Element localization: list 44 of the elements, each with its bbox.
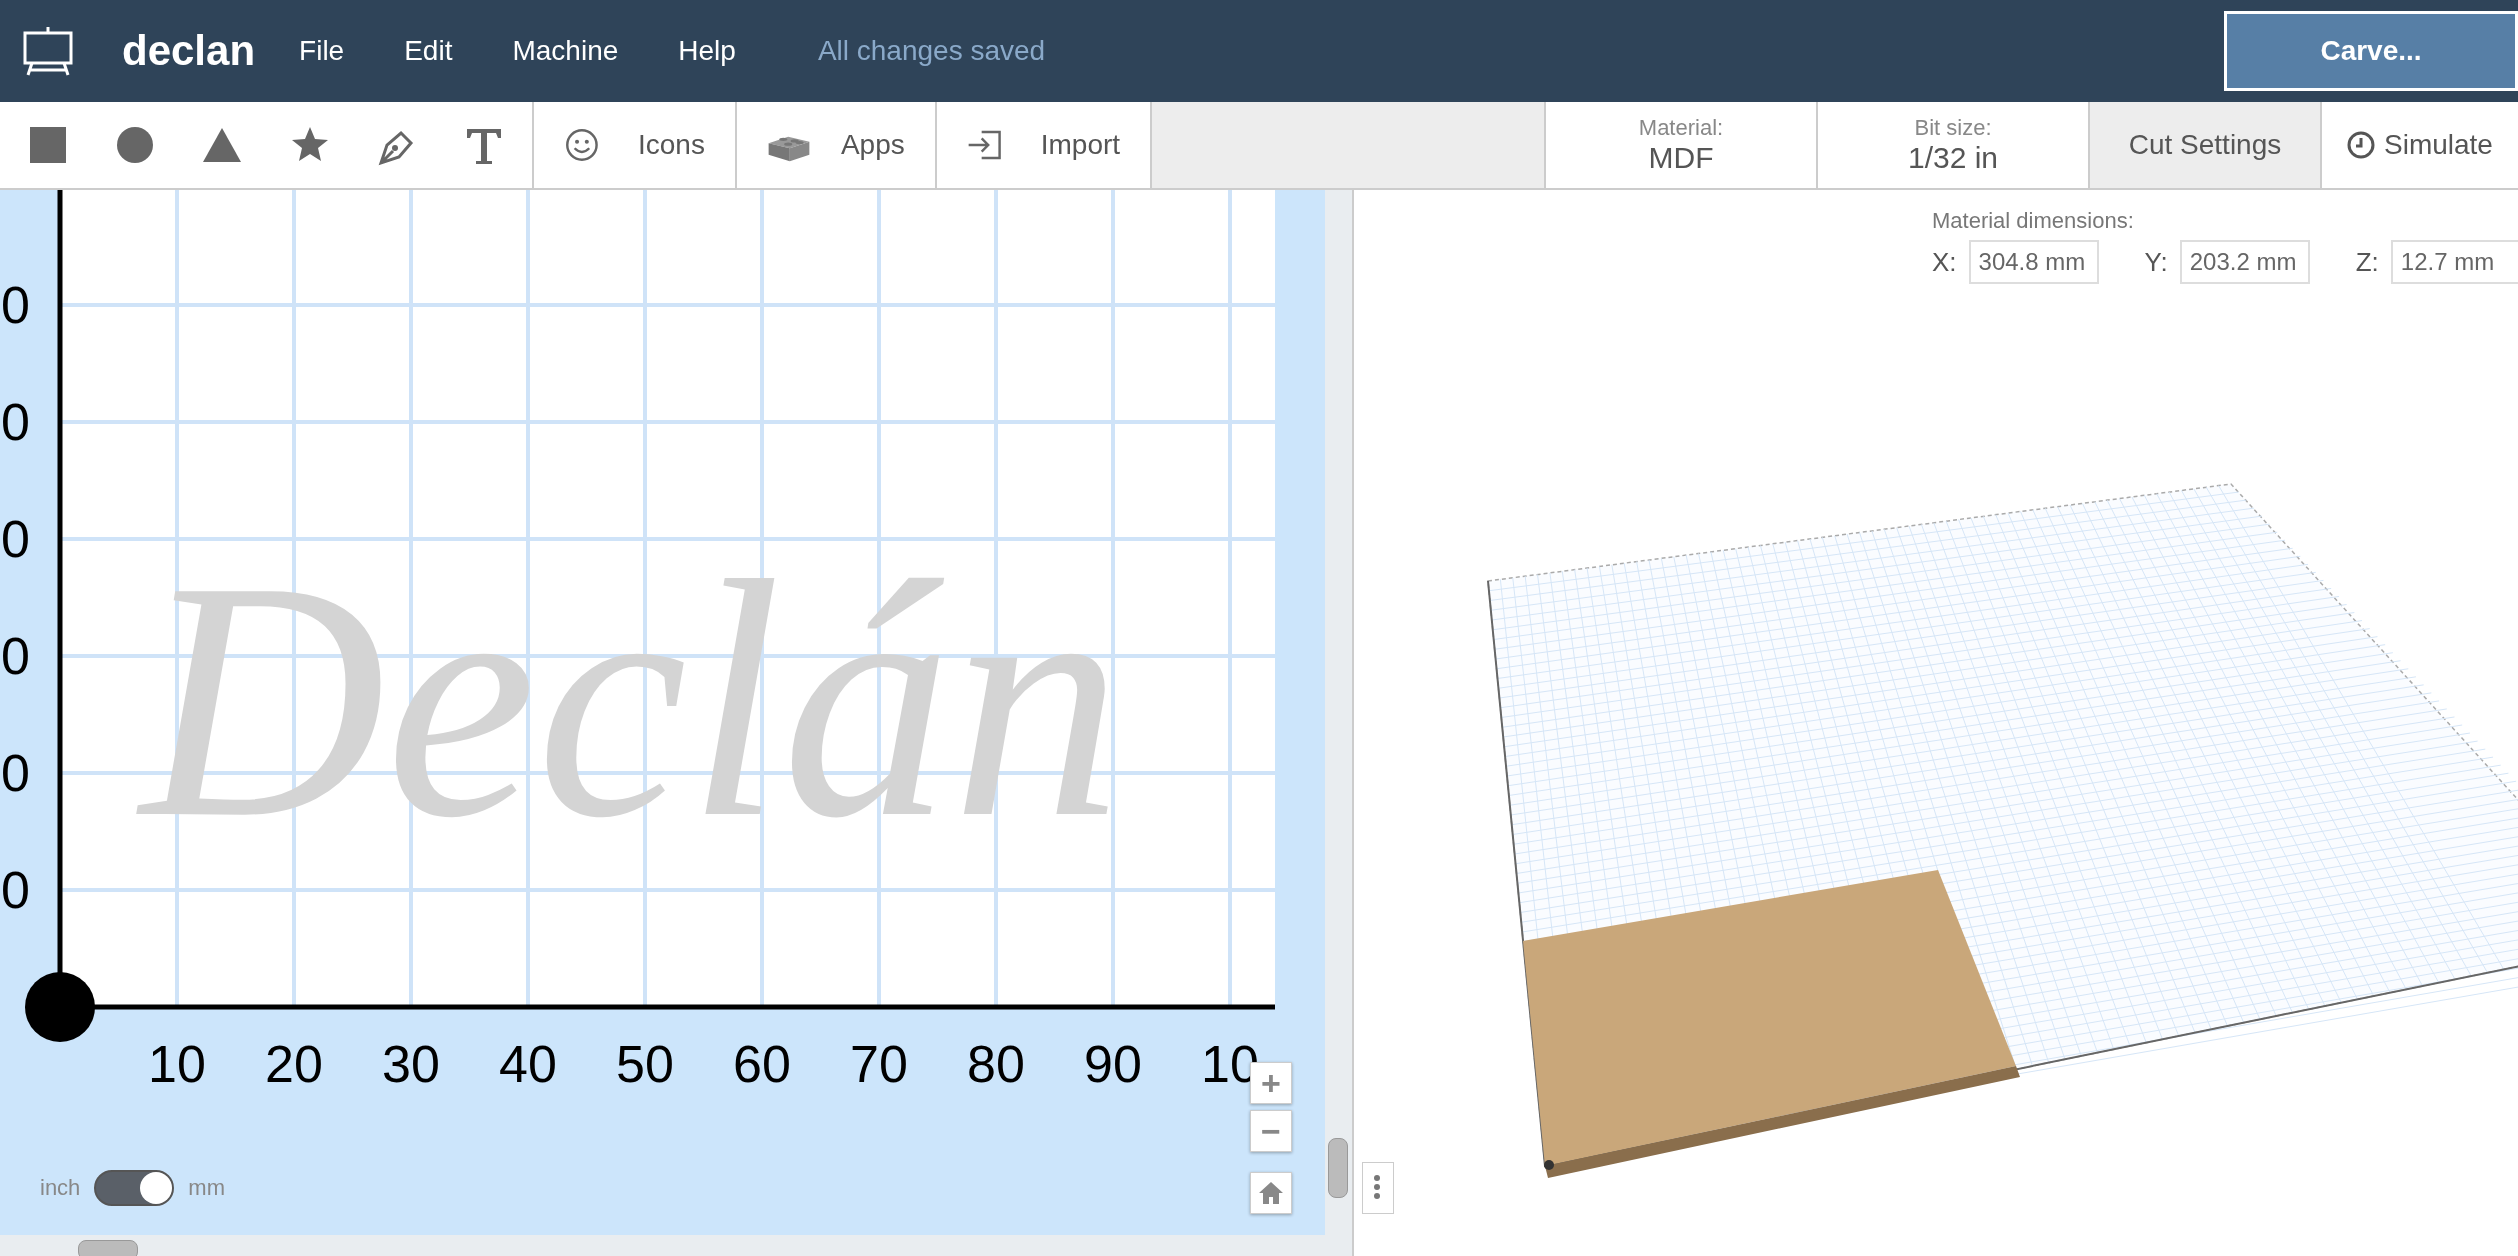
axis-label: 30 [382, 1035, 440, 1093]
axis-label: 0 [1, 627, 30, 685]
more-button[interactable] [1362, 1162, 1394, 1214]
dimensions-label: Material dimensions: [1932, 208, 2135, 234]
zoom-out-button[interactable]: − [1250, 1110, 1292, 1152]
menu-item[interactable]: Edit [404, 35, 453, 67]
menu-item[interactable]: File [299, 35, 345, 67]
axis-label: 0 [1, 861, 30, 919]
zoom-in-button[interactable]: + [1250, 1062, 1292, 1104]
axis-label: 60 [733, 1035, 791, 1093]
menu-item[interactable]: Machine [512, 35, 619, 67]
dimension-field[interactable]: 304.8 mm [1968, 240, 2099, 284]
project-title: declan [122, 27, 256, 75]
home-button[interactable] [1250, 1172, 1292, 1214]
axis-label: 10 [148, 1035, 206, 1093]
axis-label: 0 [1, 393, 30, 451]
origin-marker [25, 972, 95, 1042]
scrollbar-thumb[interactable] [1328, 1138, 1348, 1198]
easel-icon [22, 25, 74, 77]
dimension-field[interactable]: 203.2 mm [2179, 240, 2310, 284]
save-status: All changes saved [817, 35, 1046, 67]
axis-label: 90 [1084, 1035, 1142, 1093]
unit-label: mm [188, 1175, 225, 1201]
axis-label: X: [1932, 246, 1957, 278]
unit-switch[interactable] [94, 1170, 175, 1206]
axis-label: 40 [499, 1035, 557, 1093]
menu-item[interactable]: Help [678, 35, 736, 67]
axis-label: 0 [1, 510, 30, 568]
unit-label: inch [40, 1175, 81, 1201]
axis-label: Y: [2144, 246, 2168, 278]
axis-label: 50 [616, 1035, 674, 1093]
more-icon [1373, 1174, 1381, 1200]
axis-label: 20 [265, 1035, 323, 1093]
cut-settings-button[interactable]: Cut Settings [2090, 102, 2322, 188]
axis-label: 0 [1, 276, 30, 334]
axis-label: Z: [2355, 246, 2379, 278]
axis-label: 70 [850, 1035, 908, 1093]
home-icon [1258, 1181, 1284, 1205]
scrollbar-thumb[interactable] [78, 1240, 138, 1256]
axis-label: 0 [1, 744, 30, 802]
carve-button[interactable]: Carve... [2224, 11, 2518, 91]
dimension-field[interactable]: 12.7 mm [2390, 240, 2518, 284]
clock-icon [2346, 130, 2376, 160]
axis-label: 80 [967, 1035, 1025, 1093]
